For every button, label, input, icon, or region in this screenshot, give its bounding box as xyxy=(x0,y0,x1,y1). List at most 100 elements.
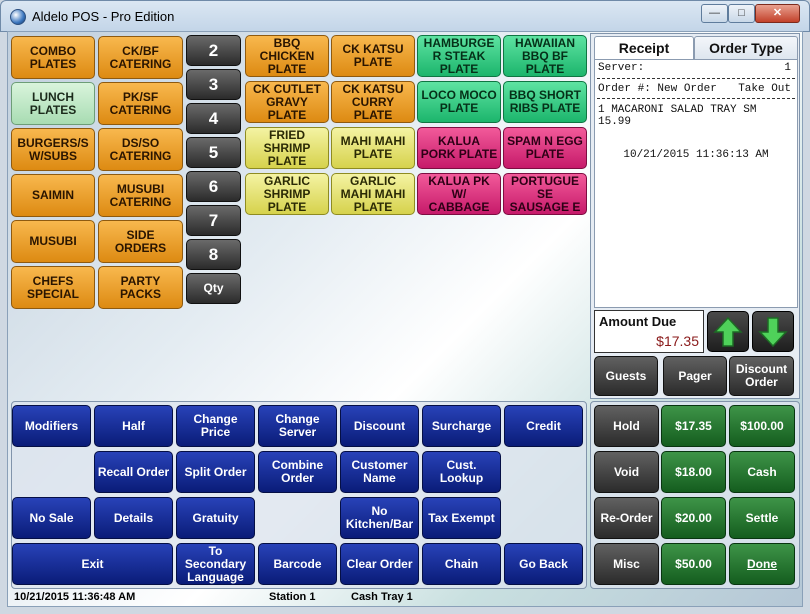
amount-due-value: $17.35 xyxy=(656,333,699,349)
qty-button[interactable]: Qty xyxy=(186,273,241,304)
close-button[interactable]: ✕ xyxy=(755,4,800,23)
change-price-button[interactable]: Change Price xyxy=(176,405,255,447)
menu-item-ck-cutlet-gravy-plate-button[interactable]: CK CUTLET GRAVY PLATE xyxy=(245,81,329,123)
clear-order-button[interactable]: Clear Order xyxy=(340,543,419,585)
go-back-button[interactable]: Go Back xyxy=(504,543,583,585)
receipt-display: Server: 1 Order #: New Order Take Out 1 … xyxy=(594,59,798,308)
discount-button[interactable]: Discount xyxy=(340,405,419,447)
order-number: Order #: New Order xyxy=(598,83,717,95)
qty-7-button[interactable]: 7 xyxy=(186,205,241,236)
menu-item-garlic-shrimp-plate-button[interactable]: GARLIC SHRIMP PLATE xyxy=(245,173,329,215)
down-arrow-icon xyxy=(758,316,788,347)
tab-receipt[interactable]: Receipt xyxy=(594,36,694,60)
surcharge-button[interactable]: Surcharge xyxy=(422,405,501,447)
order-type: Take Out xyxy=(738,83,791,95)
misc-button[interactable]: Misc xyxy=(594,543,659,585)
menu-item-fried-shrimp-plate-button[interactable]: FRIED SHRIMP PLATE xyxy=(245,127,329,169)
receipt-item-line[interactable]: 1 MACARONI SALAD TRAY SM xyxy=(598,104,794,116)
settle-button[interactable]: Settle xyxy=(729,497,795,539)
menu-item-hawaiian-bbq-bf-plate-button[interactable]: HAWAIIAN BBQ BF PLATE xyxy=(503,35,587,77)
cash-button[interactable]: Cash xyxy=(729,451,795,493)
customer-name-button[interactable]: Customer Name xyxy=(340,451,419,493)
title-bar: Aldelo POS - Pro Edition — □ ✕ xyxy=(0,0,810,32)
details-button[interactable]: Details xyxy=(94,497,173,539)
tab-order-type[interactable]: Order Type xyxy=(694,36,798,60)
up-arrow-icon xyxy=(713,316,743,347)
exit-button[interactable]: Exit xyxy=(12,543,173,585)
menu-item-ck-katsu-plate-button[interactable]: CK KATSU PLATE xyxy=(331,35,415,77)
no-sale-button[interactable]: No Sale xyxy=(12,497,91,539)
qty-3-button[interactable]: 3 xyxy=(186,69,241,100)
void-button[interactable]: Void xyxy=(594,451,659,493)
category-musubi-button[interactable]: MUSUBI xyxy=(11,220,95,263)
re-order-button[interactable]: Re-Order xyxy=(594,497,659,539)
amount-50-00-button[interactable]: $50.00 xyxy=(661,543,726,585)
cust-lookup-button[interactable]: Cust. Lookup xyxy=(422,451,501,493)
status-datetime: 10/21/2015 11:36:48 AM xyxy=(14,591,136,603)
menu-item-bbq-chicken-plate-button[interactable]: BBQ CHICKEN PLATE xyxy=(245,35,329,77)
category-pk-sf-catering-button[interactable]: PK/SF CATERING xyxy=(98,82,183,125)
receipt-item-price: 15.99 xyxy=(598,116,632,128)
menu-item-kalua-pk-w-cabbage-button[interactable]: KALUA PK W/ CABBAGE xyxy=(417,173,501,215)
barcode-button[interactable]: Barcode xyxy=(258,543,337,585)
order-line: Order #: New Order Take Out xyxy=(598,83,794,95)
menu-item-kalua-pork-plate-button[interactable]: KALUA PORK PLATE xyxy=(417,127,501,169)
pager-button[interactable]: Pager xyxy=(663,356,727,396)
recall-order-button[interactable]: Recall Order xyxy=(94,451,173,493)
qty-4-button[interactable]: 4 xyxy=(186,103,241,134)
status-cash-tray: Cash Tray 1 xyxy=(351,591,413,603)
menu-item-portugue-se-sausage-e-button[interactable]: PORTUGUE SE SAUSAGE E xyxy=(503,173,587,215)
category-musubi-catering-button[interactable]: MUSUBI CATERING xyxy=(98,174,183,217)
gratuity-button[interactable]: Gratuity xyxy=(176,497,255,539)
category-chefs-special-button[interactable]: CHEFS SPECIAL xyxy=(11,266,95,309)
category-ck-bf-catering-button[interactable]: CK/BF CATERING xyxy=(98,36,183,79)
menu-item-garlic-mahi-mahi-plate-button[interactable]: GARLIC MAHI MAHI PLATE xyxy=(331,173,415,215)
done-button[interactable]: Done xyxy=(729,543,795,585)
menu-item-bbq-short-ribs-plate-button[interactable]: BBQ SHORT RIBS PLATE xyxy=(503,81,587,123)
combine-order-button[interactable]: Combine Order xyxy=(258,451,337,493)
split-order-button[interactable]: Split Order xyxy=(176,451,255,493)
discount-order-button[interactable]: Discount Order xyxy=(729,356,794,396)
scroll-down-button[interactable] xyxy=(752,311,794,352)
receipt-timestamp: 10/21/2015 11:36:13 AM xyxy=(623,149,769,161)
half-button[interactable]: Half xyxy=(94,405,173,447)
category-side-orders-button[interactable]: SIDE ORDERS xyxy=(98,220,183,263)
window-title: Aldelo POS - Pro Edition xyxy=(32,9,175,24)
change-server-button[interactable]: Change Server xyxy=(258,405,337,447)
qty-2-button[interactable]: 2 xyxy=(186,35,241,66)
app-logo-icon xyxy=(10,9,26,25)
category-saimin-button[interactable]: SAIMIN xyxy=(11,174,95,217)
modifiers-button[interactable]: Modifiers xyxy=(12,405,91,447)
guests-button[interactable]: Guests xyxy=(594,356,658,396)
menu-item-loco-moco-plate-button[interactable]: LOCO MOCO PLATE xyxy=(417,81,501,123)
status-bar: 10/21/2015 11:36:48 AM Station 1 Cash Tr… xyxy=(8,589,802,606)
amount-100-00-button[interactable]: $100.00 xyxy=(729,405,795,447)
receipt-divider xyxy=(597,98,795,99)
category-combo-plates-button[interactable]: COMBO PLATES xyxy=(11,36,95,79)
server-value: 1 xyxy=(784,62,791,74)
minimize-button[interactable]: — xyxy=(701,4,728,23)
maximize-button[interactable]: □ xyxy=(728,4,755,23)
credit-button[interactable]: Credit xyxy=(504,405,583,447)
category-burgers-s-w-subs-button[interactable]: BURGERS/S W/SUBS xyxy=(11,128,95,171)
hold-button[interactable]: Hold xyxy=(594,405,659,447)
amount-18-00-button[interactable]: $18.00 xyxy=(661,451,726,493)
qty-6-button[interactable]: 6 xyxy=(186,171,241,202)
menu-item-hamburge-r-steak-plate-button[interactable]: HAMBURGE R STEAK PLATE xyxy=(417,35,501,77)
category-party-packs-button[interactable]: PARTY PACKS xyxy=(98,266,183,309)
menu-item-mahi-mahi-plate-button[interactable]: MAHI MAHI PLATE xyxy=(331,127,415,169)
no-kitchen-bar-button[interactable]: No Kitchen/Bar xyxy=(340,497,419,539)
menu-item-ck-katsu-curry-plate-button[interactable]: CK KATSU CURRY PLATE xyxy=(331,81,415,123)
amount-due-label: Amount Due xyxy=(599,314,677,329)
amount-20-00-button[interactable]: $20.00 xyxy=(661,497,726,539)
amount-17-35-button[interactable]: $17.35 xyxy=(661,405,726,447)
chain-button[interactable]: Chain xyxy=(422,543,501,585)
category-ds-so-catering-button[interactable]: DS/SO CATERING xyxy=(98,128,183,171)
category-lunch-plates-button[interactable]: LUNCH PLATES xyxy=(11,82,95,125)
qty-5-button[interactable]: 5 xyxy=(186,137,241,168)
to-secondary-language-button[interactable]: To Secondary Language xyxy=(176,543,255,585)
qty-8-button[interactable]: 8 xyxy=(186,239,241,270)
tax-exempt-button[interactable]: Tax Exempt xyxy=(422,497,501,539)
scroll-up-button[interactable] xyxy=(707,311,749,352)
menu-item-spam-n-egg-plate-button[interactable]: SPAM N EGG PLATE xyxy=(503,127,587,169)
